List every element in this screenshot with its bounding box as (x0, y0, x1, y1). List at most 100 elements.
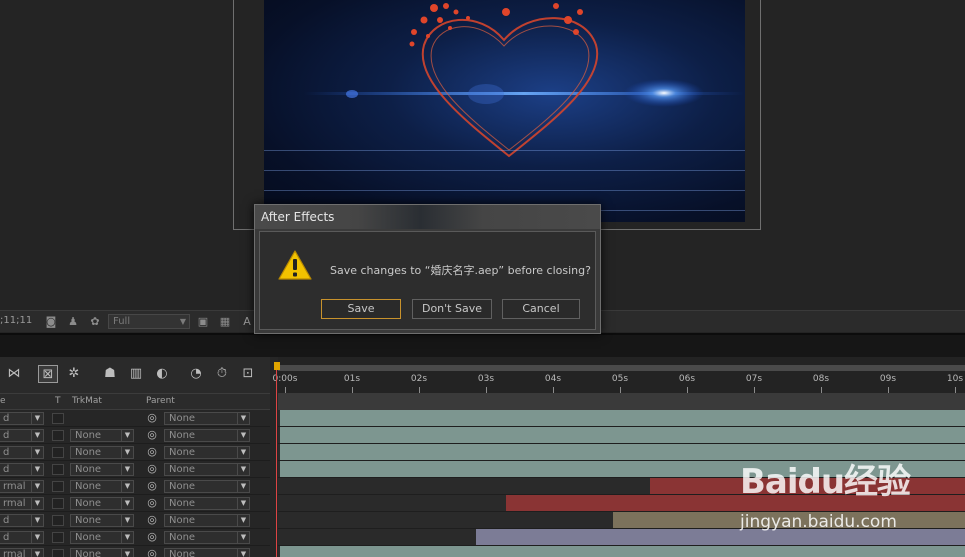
pick-whip-icon[interactable]: ◎ (146, 497, 158, 509)
hide-shy-layers-icon[interactable]: ☗ (100, 365, 120, 383)
composition-mini-flowchart-icon[interactable]: ⊠ (38, 365, 58, 383)
preserve-transparency-toggle[interactable] (52, 549, 64, 557)
pick-whip-icon[interactable]: ◎ (146, 548, 158, 557)
blend-mode-select[interactable]: rmal ▼ (0, 548, 44, 557)
blend-mode-select[interactable]: d ▼ (0, 514, 44, 527)
preserve-transparency-toggle[interactable] (52, 532, 64, 543)
dialog-title[interactable]: After Effects (255, 205, 600, 229)
parent-select[interactable]: None ▼ (164, 463, 250, 476)
layer-row[interactable]: rmal ▼ None ▼ ◎ None ▼ (0, 495, 270, 512)
pick-whip-icon[interactable]: ◎ (146, 480, 158, 492)
parent-select[interactable]: None ▼ (164, 531, 250, 544)
blend-mode-select[interactable]: rmal ▼ (0, 497, 44, 510)
layer-row[interactable]: d ▼ None ▼ ◎ None ▼ (0, 444, 270, 461)
ruler-tick-label: 08s (812, 374, 830, 384)
layer-row[interactable]: d ▼ ◎ None ▼ (0, 410, 270, 427)
camera-icon[interactable]: ◙ (44, 315, 58, 328)
work-area-bar[interactable] (278, 365, 965, 371)
preserve-transparency-toggle[interactable] (52, 413, 64, 424)
layer-row[interactable]: d ▼ None ▼ ◎ None ▼ (0, 461, 270, 478)
parent-select[interactable]: None ▼ (164, 514, 250, 527)
transparency-grid-icon[interactable]: ▦ (218, 315, 232, 328)
blend-mode-select[interactable]: d ▼ (0, 531, 44, 544)
auto-keyframe-icon[interactable]: ⏱ (212, 365, 232, 383)
person-icon[interactable]: ♟ (66, 315, 80, 328)
layer-row[interactable]: d ▼ None ▼ ◎ None ▼ (0, 427, 270, 444)
parent-select[interactable]: None ▼ (164, 412, 250, 425)
chevron-down-icon: ▼ (121, 532, 133, 543)
ruler-tick-label: 10s (946, 374, 964, 384)
track-matte-select[interactable]: None ▼ (70, 429, 134, 442)
preserve-transparency-toggle[interactable] (52, 464, 64, 475)
current-timecode[interactable]: ;11;11 (0, 315, 32, 326)
preserve-transparency-toggle[interactable] (52, 430, 64, 441)
blend-mode-select[interactable]: rmal ▼ (0, 480, 44, 493)
parent-select[interactable]: None ▼ (164, 497, 250, 510)
time-ruler[interactable]: 0:00s 01s 02s 03s 04s 05s 06s 07s 08s 09s 10s (273, 357, 965, 393)
layer-row[interactable]: d ▼ None ▼ ◎ None ▼ (0, 529, 270, 546)
save-changes-dialog: After Effects Save changes to “婚庆名字.aep”… (254, 204, 601, 334)
ruler-tick-label: 02s (410, 374, 428, 384)
graph-icon[interactable]: ⊡ (238, 365, 258, 383)
pick-whip-icon[interactable]: ◎ (146, 446, 158, 458)
track-matte-select[interactable]: None ▼ (70, 480, 134, 493)
cancel-button[interactable]: Cancel (502, 299, 580, 319)
pick-whip-icon[interactable]: ◎ (146, 463, 158, 475)
time-navigator[interactable] (278, 393, 965, 410)
track-matte-select[interactable]: None ▼ (70, 446, 134, 459)
chevron-down-icon: ▼ (31, 413, 43, 424)
preserve-transparency-toggle[interactable] (52, 498, 64, 509)
graph-editor-icon[interactable]: ⋈ (4, 365, 24, 383)
preserve-transparency-toggle[interactable] (52, 515, 64, 526)
motion-blur-icon[interactable]: ◐ (152, 365, 172, 383)
chevron-down-icon: ▼ (31, 515, 43, 526)
blend-mode-select[interactable]: d ▼ (0, 412, 44, 425)
track-matte-select[interactable]: None ▼ (70, 548, 134, 557)
draft-3d-icon[interactable]: ✲ (64, 365, 84, 383)
pick-whip-icon[interactable]: ◎ (146, 429, 158, 441)
t-column-label: T (55, 396, 61, 406)
dont-save-button[interactable]: Don't Save (412, 299, 492, 319)
chevron-down-icon: ▼ (237, 498, 249, 509)
blend-mode-select[interactable]: d ▼ (0, 429, 44, 442)
preserve-transparency-toggle[interactable] (52, 481, 64, 492)
track-matte-value: None (75, 532, 102, 543)
parent-value: None (169, 447, 196, 458)
resolution-select[interactable]: Full ▼ (108, 314, 190, 329)
parent-select[interactable]: None ▼ (164, 446, 250, 459)
chevron-down-icon: ▼ (121, 447, 133, 458)
view-label[interactable]: A (240, 315, 254, 328)
parent-select[interactable]: None ▼ (164, 480, 250, 493)
parent-select[interactable]: None ▼ (164, 548, 250, 557)
timeline-toolbar: ⋈ ⊠ ✲ ☗ ▥ ◐ ◔ ⏱ ⊡ (0, 357, 270, 393)
layer-duration-bar[interactable] (280, 427, 965, 443)
resolution-value: Full (113, 316, 131, 327)
save-button[interactable]: Save (321, 299, 401, 319)
brainstorm-icon[interactable]: ◔ (186, 365, 206, 383)
region-of-interest-icon[interactable]: ▣ (196, 315, 210, 328)
track-matte-value: None (75, 447, 102, 458)
layer-row[interactable]: rmal ▼ None ▼ ◎ None ▼ (0, 478, 270, 495)
blend-mode-select[interactable]: d ▼ (0, 463, 44, 476)
preserve-transparency-toggle[interactable] (52, 447, 64, 458)
parent-select[interactable]: None ▼ (164, 429, 250, 442)
track-matte-select[interactable]: None ▼ (70, 497, 134, 510)
track-matte-select[interactable]: None ▼ (70, 463, 134, 476)
track-matte-select[interactable]: None ▼ (70, 514, 134, 527)
pick-whip-icon[interactable]: ◎ (146, 531, 158, 543)
chevron-down-icon: ▼ (179, 317, 186, 326)
blend-mode-select[interactable]: d ▼ (0, 446, 44, 459)
layer-duration-bar[interactable] (280, 410, 965, 426)
color-channels-icon[interactable]: ✿ (88, 315, 102, 328)
layer-row[interactable]: rmal ▼ None ▼ ◎ None ▼ (0, 546, 270, 557)
pick-whip-icon[interactable]: ◎ (146, 412, 158, 424)
current-time-indicator[interactable] (274, 362, 280, 557)
parent-column-label: Parent (146, 396, 175, 406)
frame-blending-icon[interactable]: ▥ (126, 365, 146, 383)
blend-mode-value: d (3, 515, 10, 526)
pick-whip-icon[interactable]: ◎ (146, 514, 158, 526)
layer-row[interactable]: d ▼ None ▼ ◎ None ▼ (0, 512, 270, 529)
viewer-control-bar-right (600, 310, 965, 332)
playhead-handle[interactable] (274, 362, 280, 370)
track-matte-select[interactable]: None ▼ (70, 531, 134, 544)
